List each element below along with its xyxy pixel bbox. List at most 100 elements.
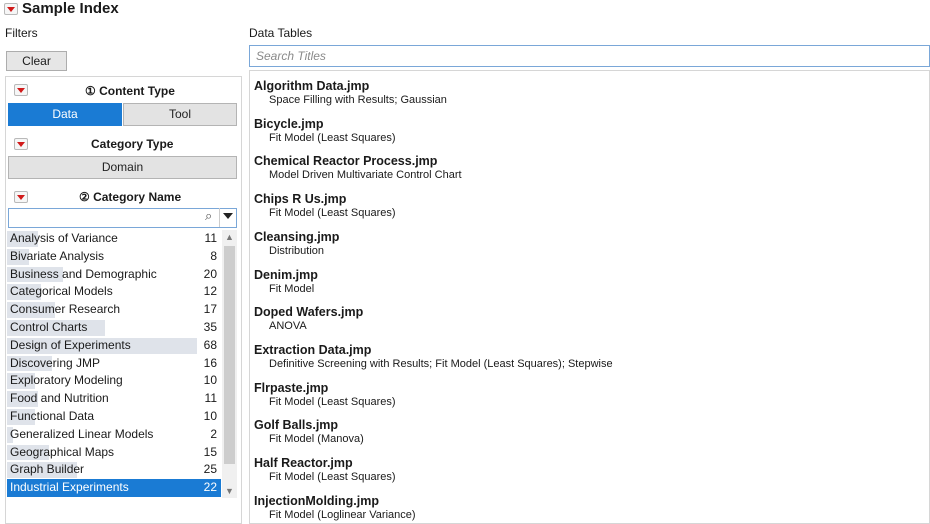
data-table-name[interactable]: Chemical Reactor Process.jmp bbox=[254, 153, 462, 169]
category-name: Food and Nutrition bbox=[10, 391, 109, 406]
category-name: Bivariate Analysis bbox=[10, 248, 105, 263]
data-table-name[interactable]: Extraction Data.jmp bbox=[254, 342, 613, 358]
scroll-up-icon[interactable]: ▲ bbox=[225, 232, 234, 242]
chevron-down-icon[interactable] bbox=[223, 213, 233, 219]
category-count: 22 bbox=[203, 480, 217, 495]
data-table-description: Fit Model (Least Squares) bbox=[269, 471, 396, 483]
category-list-item[interactable]: Discovering JMP 16 bbox=[7, 355, 221, 373]
category-type-menu-icon[interactable] bbox=[14, 138, 28, 150]
category-count: 25 bbox=[203, 462, 217, 477]
scroll-thumb[interactable] bbox=[224, 246, 235, 464]
category-count: 68 bbox=[203, 337, 217, 352]
data-table-entry[interactable]: Golf Balls.jmp Fit Model (Manova) bbox=[254, 417, 364, 446]
category-name: Generalized Linear Models bbox=[10, 426, 154, 441]
category-name-list: Analysis of Variance 11 Bivariate Analysis… bbox=[7, 230, 221, 498]
category-list-item[interactable]: Analysis of Variance 11 bbox=[7, 230, 221, 248]
search-titles-input[interactable]: Search Titles bbox=[249, 45, 930, 67]
category-name: Graph Builder bbox=[10, 462, 85, 477]
scroll-down-icon[interactable]: ▼ bbox=[225, 486, 234, 496]
data-table-description: Distribution bbox=[269, 244, 325, 257]
category-type-domain-option[interactable]: Domain bbox=[8, 156, 237, 179]
data-table-name[interactable]: Doped Wafers.jmp bbox=[254, 304, 363, 320]
category-list-item[interactable]: Generalized Linear Models 2 bbox=[7, 426, 221, 444]
data-table-entry[interactable]: Cleansing.jmp Distribution bbox=[254, 229, 339, 258]
data-table-name[interactable]: Chips R Us.jmp bbox=[254, 191, 396, 207]
category-count: 2 bbox=[210, 426, 217, 441]
data-table-description: Fit Model (Least Squares) bbox=[269, 207, 396, 220]
data-table-name[interactable]: Golf Balls.jmp bbox=[254, 417, 364, 433]
data-table-entry[interactable]: InjectionMolding.jmp Fit Model (Loglinear… bbox=[254, 493, 416, 522]
data-table-entry[interactable]: Algorithm Data.jmp Space Filling with Res… bbox=[254, 78, 447, 107]
category-name: Design of Experiments bbox=[10, 337, 131, 352]
category-search-input[interactable]: ⌕ bbox=[8, 208, 237, 228]
data-table-entry[interactable]: Chemical Reactor Process.jmp Model Driven… bbox=[254, 153, 462, 182]
category-name: Analysis of Variance bbox=[10, 231, 118, 245]
category-name: Geographical Maps bbox=[10, 444, 115, 459]
filters-label: Filters bbox=[5, 26, 38, 40]
magnifier-icon: ⌕ bbox=[205, 208, 213, 223]
data-table-name[interactable]: Bicycle.jmp bbox=[254, 116, 396, 132]
content-type-heading: ① Content Type bbox=[85, 84, 175, 98]
category-count: 8 bbox=[210, 248, 217, 263]
data-table-entry[interactable]: Denim.jmp Fit Model bbox=[254, 267, 318, 296]
category-name-menu-icon[interactable] bbox=[14, 191, 28, 203]
category-count: 11 bbox=[204, 391, 217, 406]
category-list-item[interactable]: Categorical Models 12 bbox=[7, 283, 221, 301]
data-table-name[interactable]: Flrpaste.jmp bbox=[254, 380, 396, 396]
category-count: 17 bbox=[203, 302, 217, 317]
data-table-description: Fit Model (Least Squares) bbox=[269, 131, 396, 144]
category-list-item[interactable]: Bivariate Analysis 8 bbox=[7, 248, 221, 266]
data-table-entry[interactable]: Chips R Us.jmp Fit Model (Least Squares) bbox=[254, 191, 396, 220]
category-list-item[interactable]: Food and Nutrition 11 bbox=[7, 390, 221, 408]
data-table-description: Model Driven Multivariate Control Chart bbox=[269, 169, 462, 182]
category-name-heading: ② Category Name bbox=[79, 190, 182, 204]
data-table-description: Fit Model (Manova) bbox=[269, 433, 364, 446]
content-type-data-option[interactable]: Data bbox=[8, 103, 122, 126]
data-table-entry[interactable]: Bicycle.jmp Fit Model (Least Squares) bbox=[254, 116, 396, 145]
data-table-name[interactable]: InjectionMolding.jmp bbox=[254, 493, 416, 509]
category-name: Control Charts bbox=[10, 319, 88, 334]
category-list-item[interactable]: Consumer Research 17 bbox=[7, 301, 221, 319]
clear-button[interactable]: Clear bbox=[6, 51, 67, 71]
data-table-entry[interactable]: Extraction Data.jmp Definitive Screening … bbox=[254, 342, 613, 371]
data-table-name[interactable]: Algorithm Data.jmp bbox=[254, 78, 447, 94]
category-list-item[interactable]: Graph Builder 25 bbox=[7, 461, 221, 479]
category-name: Functional Data bbox=[10, 408, 95, 423]
category-list-item[interactable]: Geographical Maps 15 bbox=[7, 444, 221, 462]
window-title: Sample Index bbox=[22, 0, 119, 17]
data-table-name[interactable]: Cleansing.jmp bbox=[254, 229, 339, 245]
category-count: 10 bbox=[203, 408, 217, 423]
data-tables-label: Data Tables bbox=[249, 26, 313, 40]
category-count: 12 bbox=[203, 284, 217, 299]
category-count: 11 bbox=[204, 231, 217, 245]
category-list-item[interactable]: Control Charts 35 bbox=[7, 319, 221, 337]
category-count: 20 bbox=[203, 266, 217, 281]
data-table-description: Space Filling with Results; Gaussian bbox=[269, 94, 447, 106]
data-table-description: Fit Model bbox=[269, 282, 315, 295]
category-list-scrollbar[interactable]: ▲ ▼ bbox=[222, 230, 237, 498]
search-divider bbox=[219, 208, 220, 227]
category-name: Categorical Models bbox=[10, 284, 113, 299]
category-count: 15 bbox=[203, 444, 217, 459]
category-list-item[interactable]: Business and Demographic 20 bbox=[7, 266, 221, 284]
category-name: Discovering JMP bbox=[10, 355, 101, 370]
red-triangle-menu-icon[interactable] bbox=[4, 3, 18, 15]
data-table-entry[interactable]: Half Reactor.jmp Fit Model (Least Squares… bbox=[254, 455, 396, 484]
data-table-name[interactable]: Denim.jmp bbox=[254, 267, 318, 283]
category-list-item[interactable]: Industrial Experiments 22 bbox=[7, 479, 221, 497]
content-type-tool-option[interactable]: Tool bbox=[123, 103, 237, 126]
data-table-entry[interactable]: Flrpaste.jmp Fit Model (Least Squares) bbox=[254, 380, 396, 409]
category-name: Consumer Research bbox=[10, 302, 121, 317]
category-list-item[interactable]: Functional Data 10 bbox=[7, 408, 221, 426]
category-list-item[interactable]: Exploratory Modeling 10 bbox=[7, 372, 221, 390]
data-table-description: ANOVA bbox=[269, 320, 307, 333]
category-count: 10 bbox=[203, 373, 217, 388]
category-count: 35 bbox=[203, 319, 217, 334]
data-table-name[interactable]: Half Reactor.jmp bbox=[254, 455, 396, 471]
category-list-item[interactable]: Design of Experiments 68 bbox=[7, 337, 221, 355]
data-table-description: Definitive Screening with Results; Fit M… bbox=[269, 357, 613, 370]
data-tables-list: Algorithm Data.jmp Space Filling with Res… bbox=[249, 70, 930, 524]
content-type-menu-icon[interactable] bbox=[14, 84, 28, 96]
category-name: Business and Demographic bbox=[10, 266, 157, 281]
data-table-entry[interactable]: Doped Wafers.jmp ANOVA bbox=[254, 304, 363, 333]
